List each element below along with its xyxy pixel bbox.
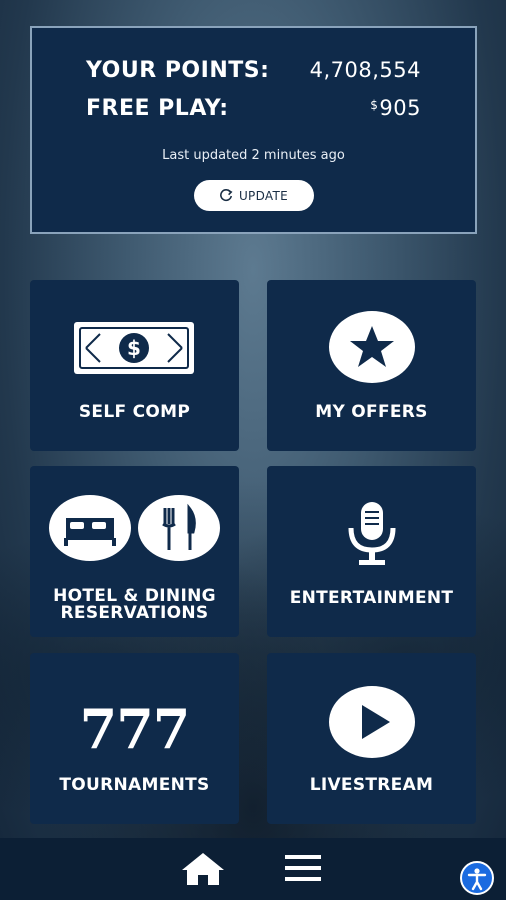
tile-label: MY OFFERS [315,402,428,422]
freeplay-value: 905 [379,96,421,120]
last-updated-text: Last updated 2 minutes ago [162,148,345,163]
update-button[interactable]: UPDATE [193,180,314,211]
bottom-nav [0,838,506,900]
freeplay-label: FREE PLAY: [86,96,229,121]
tile-self-comp[interactable]: $ SELF COMP [30,280,239,451]
tile-label: TOURNAMENTS [59,775,210,795]
dollar-bill-icon: $ [74,322,194,374]
points-row: YOUR POINTS: 4,708,554 [86,58,421,83]
tile-label-line2: RESERVATIONS [60,603,209,623]
tile-label: ENTERTAINMENT [289,588,454,608]
accessibility-button[interactable] [460,861,494,895]
tile-hotel-dining[interactable]: HOTEL & DINING RESERVATIONS [30,466,239,637]
update-label: UPDATE [238,188,289,203]
tile-my-offers[interactable]: MY OFFERS [267,280,476,451]
svg-text:$: $ [127,336,141,360]
freeplay-currency: $ [370,98,379,112]
refresh-icon [220,188,233,201]
tile-livestream[interactable]: LIVESTREAM [267,653,476,824]
tile-label: SELF COMP [78,402,191,422]
accessibility-icon [467,868,487,891]
tile-label: LIVESTREAM [309,775,434,795]
points-value: 4,708,554 [309,58,421,82]
freeplay-row: FREE PLAY: $905 [86,96,421,121]
tile-label-group: HOTEL & DINING RESERVATIONS [30,588,239,622]
hamburger-menu-icon[interactable] [285,852,321,884]
microphone-icon [348,502,396,565]
points-card: YOUR POINTS: 4,708,554 FREE PLAY: $905 L… [30,26,477,234]
play-icon [329,686,415,758]
sevens-icon: 777 [79,697,191,761]
tile-tournaments[interactable]: 777 TOURNAMENTS [30,653,239,824]
freeplay-value-wrap: $905 [370,96,421,120]
home-icon[interactable] [181,852,225,886]
star-icon [329,311,415,383]
fork-knife-icon [138,495,220,561]
tile-entertainment[interactable]: ENTERTAINMENT [267,466,476,637]
bed-icon [49,495,131,561]
points-label: YOUR POINTS: [86,58,270,83]
